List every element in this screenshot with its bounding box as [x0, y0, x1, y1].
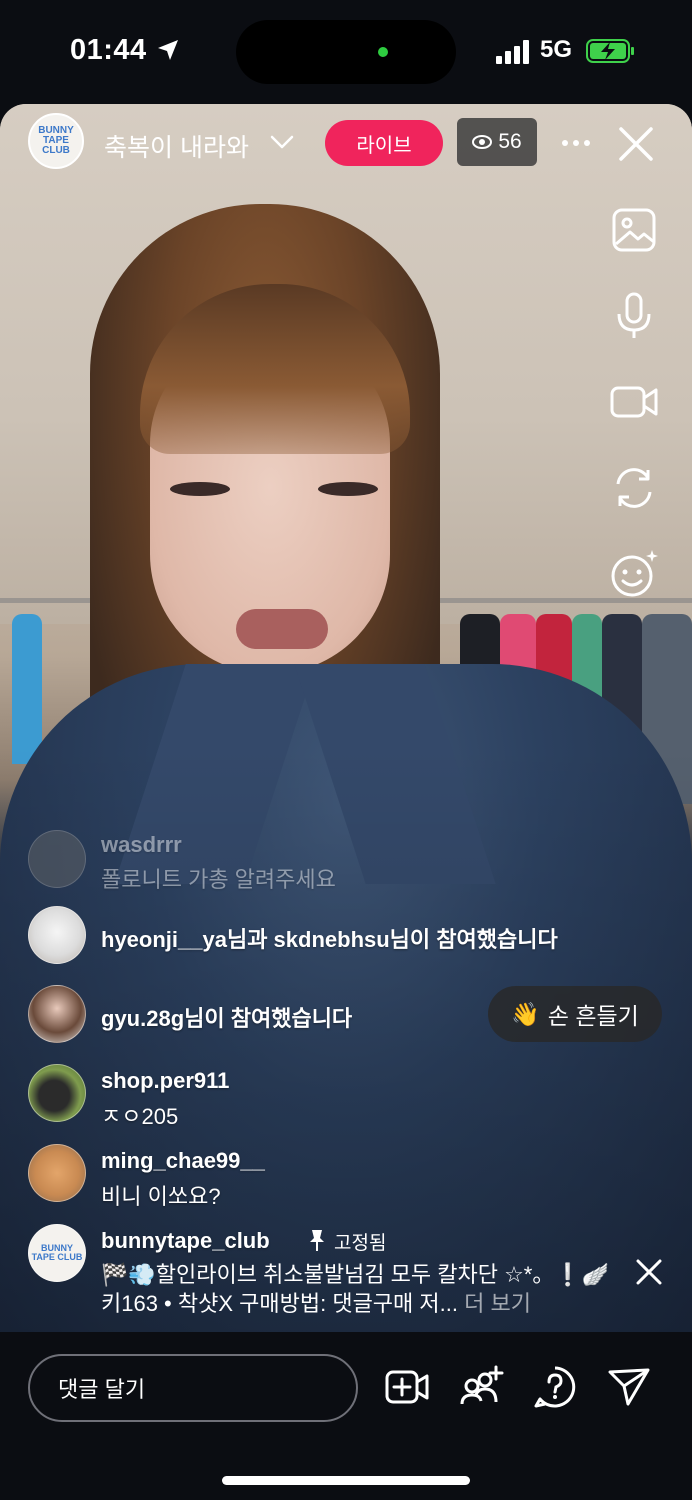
- microphone-icon[interactable]: [608, 290, 660, 342]
- dynamic-island: [236, 20, 456, 84]
- pinned-text-preview: 키163 • 착샷X 구매방법: 댓글구매 저...: [101, 1291, 458, 1316]
- network-type: 5G: [540, 36, 573, 63]
- comment-username[interactable]: bunnytape_club: [101, 1228, 270, 1254]
- comment-avatar[interactable]: [28, 906, 86, 964]
- close-icon[interactable]: [616, 124, 656, 164]
- add-video-icon[interactable]: [384, 1364, 430, 1410]
- comment-avatar[interactable]: [28, 985, 86, 1043]
- comment-username[interactable]: hyeonji__ya: [101, 927, 227, 952]
- battery-charging-icon: [586, 39, 634, 63]
- pinned-text-line: 키163 • 착샷X 구매방법: 댓글구매 저... 더 보기: [101, 1286, 531, 1318]
- waving-hand-icon: 👋: [511, 1000, 540, 1027]
- comment-item[interactable]: wasdrrr 폴로니트 가총 알려주세요: [28, 830, 648, 892]
- host-eye: [170, 482, 230, 496]
- comment-text: ㅈㅇ205: [101, 1104, 179, 1129]
- comment-username[interactable]: shop.per911: [101, 1068, 229, 1094]
- comment-username[interactable]: ming_chae99__: [101, 1148, 265, 1174]
- home-indicator[interactable]: [222, 1476, 470, 1485]
- status-time: 01:44: [70, 34, 147, 66]
- host-eye: [318, 482, 378, 496]
- comment-avatar[interactable]: BUNNY TAPE CLUB: [28, 1224, 86, 1282]
- comment-text: 님이 참여했습니다: [184, 1006, 353, 1031]
- flip-camera-icon[interactable]: [608, 462, 660, 514]
- question-icon[interactable]: [532, 1364, 578, 1410]
- video-camera-icon[interactable]: [608, 376, 660, 428]
- chevron-down-icon[interactable]: [270, 132, 294, 152]
- status-bar: 01:44 5G: [0, 0, 692, 104]
- face-effects-icon[interactable]: [608, 548, 660, 600]
- see-more-link[interactable]: 더 보기: [464, 1291, 531, 1316]
- pinned-label: 고정됨: [334, 1233, 387, 1254]
- comment-avatar[interactable]: [28, 830, 86, 888]
- host-lips: [236, 609, 328, 649]
- live-badge: 라이브: [325, 120, 443, 166]
- more-options-icon[interactable]: [560, 131, 592, 155]
- comment-text: 비니 이쏘요?: [101, 1184, 221, 1209]
- comment-text: 님과 skdnebhsu님이 참여했습니다: [226, 927, 558, 952]
- comment-text: 폴로니트 가총 알려주세요: [101, 867, 336, 892]
- comment-item[interactable]: ming_chae99__ 비니 이쏘요?: [28, 1144, 648, 1209]
- join-text: gyu.28g님이 참여했습니다: [101, 1001, 352, 1033]
- comment-username[interactable]: gyu.28g: [101, 1006, 184, 1031]
- invite-icon[interactable]: [458, 1364, 504, 1410]
- join-notice: gyu.28g님이 참여했습니다: [28, 985, 468, 1045]
- comment-avatar[interactable]: [28, 1064, 86, 1122]
- signal-strength-icon: [496, 40, 529, 64]
- location-arrow-icon: [158, 40, 178, 60]
- image-icon[interactable]: [608, 204, 660, 256]
- pinned-text-line: 🏁💨할인라이브 취소불발넘김 모두 칼차단 ☆*。❕🪽: [101, 1262, 610, 1287]
- join-text: hyeonji__ya님과 skdnebhsu님이 참여했습니다: [101, 922, 558, 954]
- camera-indicator-icon: [378, 47, 388, 57]
- comment-username[interactable]: wasdrrr: [101, 832, 182, 858]
- pin-icon: [310, 1230, 324, 1251]
- host-avatar-logo: BUNNY TAPE CLUB: [38, 125, 74, 156]
- viewer-count: 56: [498, 130, 522, 153]
- hanging-clothes: [12, 614, 42, 764]
- send-icon[interactable]: [606, 1364, 652, 1410]
- viewer-count-badge[interactable]: 56: [457, 118, 537, 166]
- join-notice: hyeonji__ya님과 skdnebhsu님이 참여했습니다: [28, 906, 648, 966]
- comment-avatar[interactable]: [28, 1144, 86, 1202]
- eye-icon: [472, 135, 493, 149]
- unpin-close-icon[interactable]: [634, 1257, 664, 1287]
- pinned-avatar-logo: BUNNY TAPE CLUB: [31, 1243, 83, 1262]
- host-name[interactable]: 축복이 내라와: [104, 128, 249, 164]
- wave-button[interactable]: 👋 손 흔들기: [488, 986, 662, 1042]
- wave-button-label: 손 흔들기: [547, 1003, 639, 1029]
- comment-item[interactable]: shop.per911 ㅈㅇ205: [28, 1064, 648, 1129]
- host-avatar[interactable]: BUNNY TAPE CLUB: [28, 113, 84, 169]
- comment-input[interactable]: 댓글 달기: [28, 1354, 358, 1422]
